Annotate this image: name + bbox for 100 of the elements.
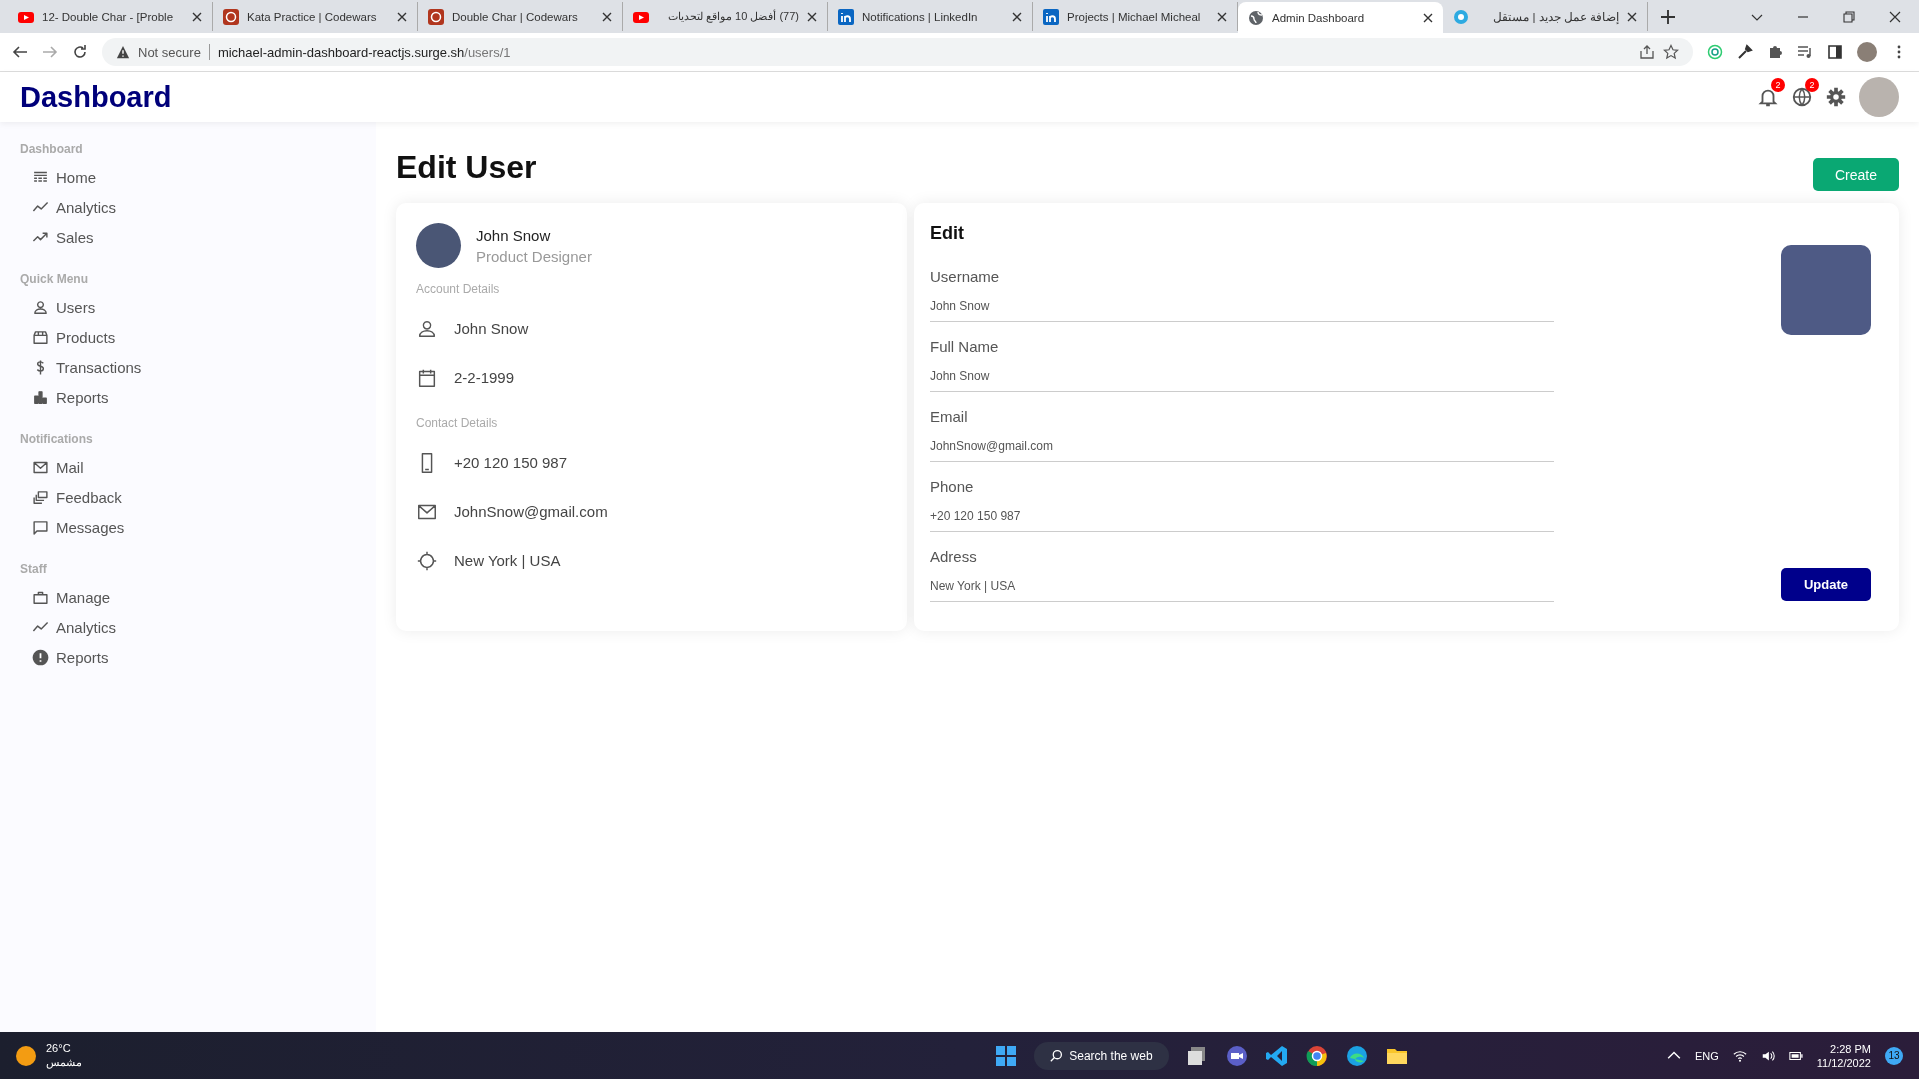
swirl-logo-icon	[223, 8, 239, 25]
close-icon[interactable]	[807, 11, 817, 22]
sidebar-item[interactable]: Home	[20, 162, 356, 192]
input-field[interactable]: +20 120 150 987	[930, 509, 1554, 532]
globe-icon	[1248, 9, 1264, 26]
user-icon	[32, 298, 49, 316]
close-icon[interactable]	[1012, 11, 1022, 22]
close-icon[interactable]	[602, 11, 612, 22]
windows-logo-icon[interactable]	[994, 1043, 1019, 1068]
sidebar-item[interactable]: Analytics	[20, 612, 356, 642]
search-button[interactable]: Search the web	[1034, 1041, 1169, 1070]
security-label: Not secure	[138, 44, 201, 60]
input-field[interactable]: John Snow	[930, 369, 1554, 392]
close-icon[interactable]	[1889, 10, 1901, 23]
details-section-title: Account Details	[416, 282, 501, 296]
tab-title: Notifications | LinkedIn	[862, 10, 979, 23]
sidebar-item[interactable]: Products	[20, 322, 356, 352]
wave-browser-icon[interactable]	[1344, 1043, 1369, 1068]
detail-text: John Snow	[454, 320, 529, 337]
search-icon	[1050, 1049, 1064, 1062]
input-field[interactable]: New York | USA	[930, 579, 1554, 602]
tab-title: Admin Dashboard	[1272, 11, 1366, 24]
browser-tab[interactable]: (77) أفضل 10 مواقع لتحديات	[623, 2, 828, 31]
puzzle-icon[interactable]	[1767, 44, 1783, 60]
tab-title: 12- Double Char - [Proble	[42, 10, 175, 23]
storefront-icon	[32, 328, 49, 346]
field-label: Username	[930, 268, 1001, 285]
close-icon[interactable]	[1217, 11, 1227, 22]
sidebar-item[interactable]: Sales	[20, 222, 356, 252]
field-label: Phone	[930, 478, 975, 495]
browser-tab[interactable]: إضافة عمل جديد | مستقل	[1443, 2, 1648, 31]
back-arrow-icon[interactable]	[12, 44, 28, 60]
restore-icon[interactable]	[1843, 10, 1855, 23]
browser-icon[interactable]	[1304, 1043, 1329, 1068]
side-panel-icon[interactable]	[1827, 44, 1843, 60]
sidebar-item[interactable]: Reports	[20, 382, 356, 412]
tab-title: Projects | Michael Micheal	[1067, 10, 1202, 23]
sidebar-item[interactable]: Messages	[20, 512, 356, 542]
chat-bubble-icon	[32, 518, 49, 536]
sidebar-item[interactable]: Manage	[20, 582, 356, 612]
clock-date[interactable]: 11/12/2022	[1816, 1056, 1871, 1069]
ring-icon[interactable]	[1707, 44, 1723, 60]
crosshair-icon	[416, 549, 438, 572]
tab-title: (77) أفضل 10 مواقع لتحديات	[666, 10, 799, 23]
plus-icon	[1661, 10, 1675, 24]
sidebar-item[interactable]: Feedback	[20, 482, 356, 512]
wifi-icon[interactable]	[1732, 1048, 1747, 1063]
browser-tab[interactable]: Admin Dashboard	[1238, 2, 1443, 33]
close-icon[interactable]	[1627, 11, 1637, 22]
browser-tab[interactable]: Projects | Michael Micheal	[1033, 2, 1238, 31]
sidebar-item[interactable]: Analytics	[20, 192, 356, 222]
sidebar-item[interactable]: Reports	[20, 642, 356, 672]
tab-title: إضافة عمل جديد | مستقل	[1492, 9, 1619, 24]
sidebar-section-title: Staff	[20, 562, 48, 576]
language-indicator[interactable]: ENG	[1694, 1049, 1719, 1062]
settings-icon[interactable]	[1825, 86, 1847, 108]
share-icon[interactable]	[1639, 44, 1655, 60]
sidebar-item[interactable]: Users	[20, 292, 356, 322]
browser-tab[interactable]: Kata Practice | Codewars	[213, 2, 418, 31]
reload-icon[interactable]	[72, 44, 88, 60]
field-label: Adress	[930, 548, 978, 565]
avatar-placeholder	[416, 223, 461, 268]
form-title: Edit	[930, 223, 965, 244]
tab-title: Double Char | Codewars	[452, 10, 579, 23]
notification-count-badge[interactable]: 13	[1885, 1046, 1903, 1065]
browser-tab[interactable]: 12- Double Char - [Proble	[8, 2, 213, 31]
globe-icon[interactable]	[1791, 86, 1813, 108]
swirl-logo-icon	[428, 8, 444, 25]
address-bar[interactable]: Not secure michael-admin-dashboard-reactjs.surge.sh/users/1	[102, 38, 1693, 66]
sun-icon[interactable]	[16, 1045, 36, 1066]
eyedropper-icon[interactable]	[1737, 44, 1753, 60]
input-field[interactable]: John Snow	[930, 299, 1554, 322]
tab-title: Kata Practice | Codewars	[247, 10, 378, 23]
speaker-icon[interactable]	[1760, 1048, 1775, 1063]
sidebar-item[interactable]: Transactions	[20, 352, 356, 382]
browser-tab[interactable]: Double Char | Codewars	[418, 2, 623, 31]
bar-chart-icon	[32, 388, 49, 406]
in-logo-icon	[1043, 8, 1059, 25]
stacked-windows-icon	[32, 488, 49, 506]
star-icon[interactable]	[1663, 44, 1679, 60]
profile-avatar[interactable]	[1857, 42, 1877, 62]
update-button[interactable]: Update	[1781, 568, 1871, 601]
close-icon[interactable]	[1423, 12, 1433, 23]
user-role: Product Designer	[476, 247, 592, 265]
browser-tab[interactable]: Notifications | LinkedIn	[828, 2, 1033, 31]
dashboard-logo[interactable]: Dashboard	[20, 80, 172, 114]
detail-text: New York | USA	[454, 552, 561, 569]
sidebar-item[interactable]: Mail	[20, 452, 356, 482]
code-editor-icon[interactable]	[1264, 1043, 1289, 1068]
notification-badge: 2	[1771, 78, 1785, 92]
input-field[interactable]: JohnSnow@gmail.com	[930, 439, 1554, 462]
video-camera-icon[interactable]	[1224, 1043, 1249, 1068]
clock-time[interactable]: 2:28 PM	[1830, 1042, 1871, 1055]
close-icon[interactable]	[397, 11, 407, 22]
sidebar-section-title: Dashboard	[20, 142, 84, 156]
close-icon[interactable]	[192, 11, 202, 22]
detail-text: 2-2-1999	[454, 369, 515, 386]
user-name: John Snow	[476, 226, 552, 244]
playlist-icon[interactable]	[1797, 44, 1813, 60]
detail-text: +20 120 150 987	[454, 454, 568, 471]
